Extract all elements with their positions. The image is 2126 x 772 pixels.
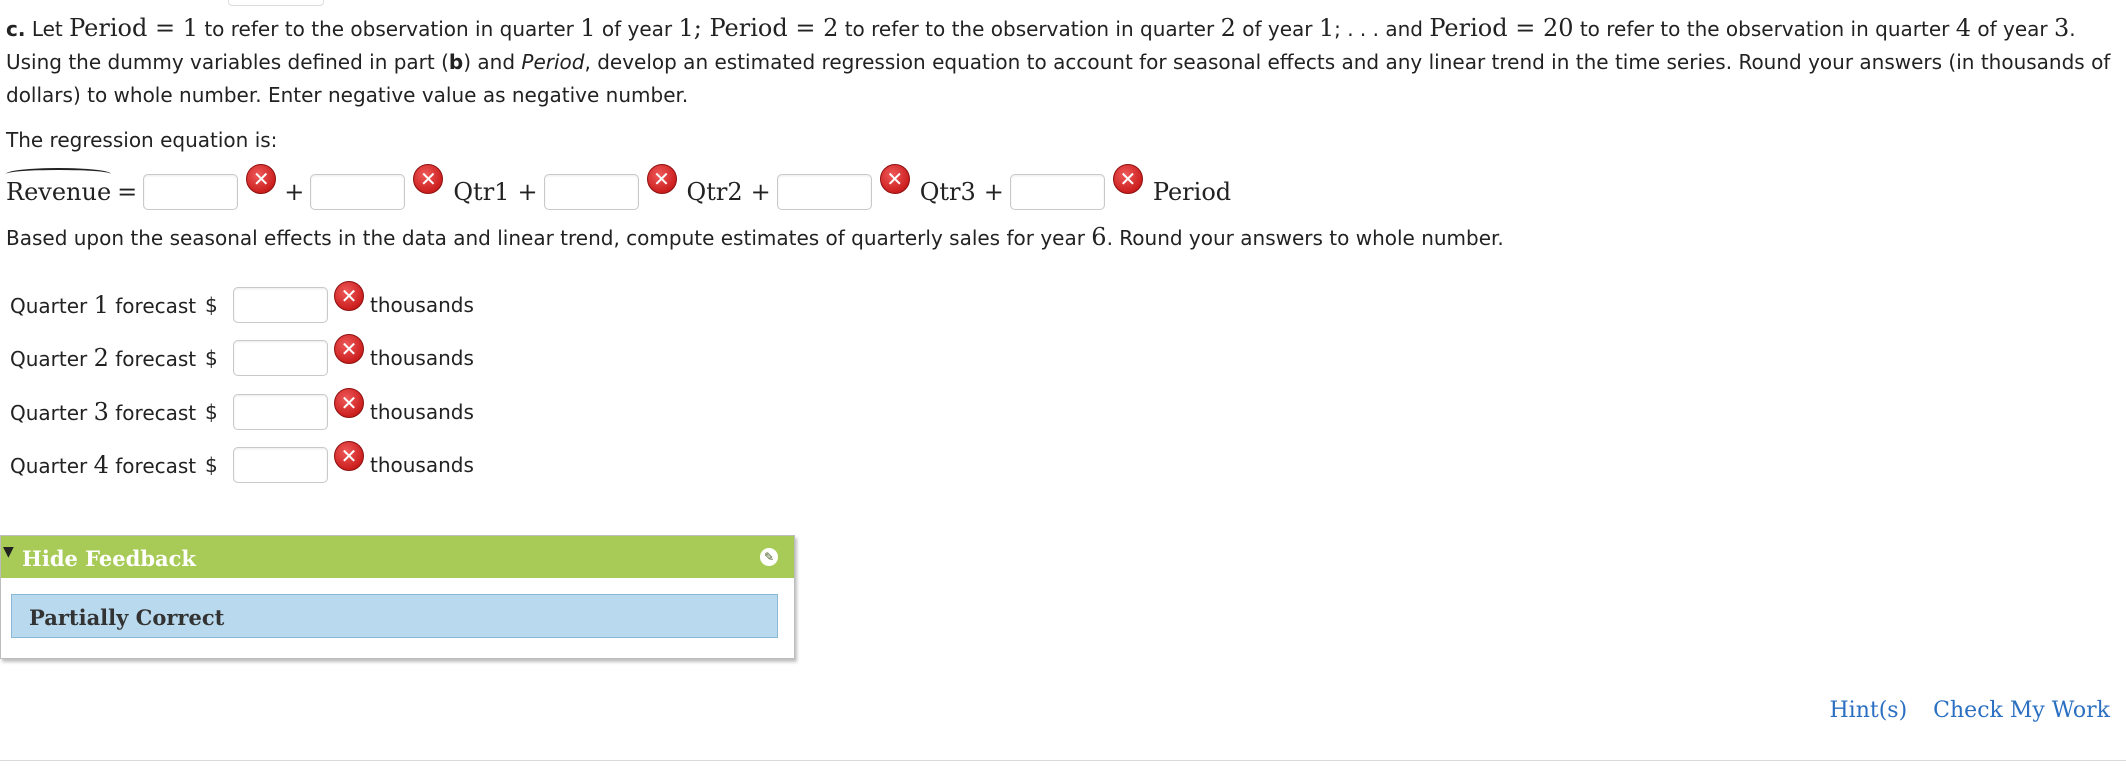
incorrect-icon: ✕ bbox=[413, 164, 444, 194]
forecast-instruction: Based upon the seasonal effects in the d… bbox=[6, 223, 1504, 251]
hints-link[interactable]: Hint(s) bbox=[1829, 698, 1907, 723]
currency-symbol: $ bbox=[205, 400, 218, 424]
incorrect-icon: ✕ bbox=[1112, 164, 1143, 194]
incorrect-icon: ✕ bbox=[246, 164, 277, 194]
quarter-3-forecast-input[interactable] bbox=[233, 394, 328, 430]
revenue-hat-label: Revenue bbox=[6, 168, 112, 206]
qtr3-term: Qtr3 bbox=[919, 178, 976, 206]
plus-sign: + bbox=[750, 178, 771, 206]
qtr2-term: Qtr2 bbox=[686, 178, 743, 206]
feedback-status-box: Partially Correct bbox=[11, 594, 778, 638]
collapse-triangle-icon: ▼ bbox=[3, 544, 14, 560]
currency-symbol: $ bbox=[205, 346, 218, 370]
quarter-2-forecast-row: Quarter 2 forecast $ ✕ thousands bbox=[10, 334, 474, 380]
qtr3-coef-input[interactable] bbox=[776, 174, 872, 210]
units-label: thousands bbox=[370, 453, 474, 477]
period-coef-input[interactable] bbox=[1009, 174, 1105, 210]
hide-feedback-toggle[interactable]: ▼ Hide Feedback ✎ bbox=[1, 536, 794, 578]
quarter-4-forecast-row: Quarter 4 forecast $ ✕ thousands bbox=[10, 441, 474, 487]
forecast-label: Quarter 2 forecast bbox=[10, 344, 197, 372]
edit-pencil-icon[interactable]: ✎ bbox=[760, 548, 778, 566]
forecast-label: Quarter 3 forecast bbox=[10, 398, 197, 426]
quarter-2-forecast-input[interactable] bbox=[233, 340, 328, 376]
quarter-4-forecast-input[interactable] bbox=[233, 447, 328, 483]
incorrect-icon: ✕ bbox=[334, 334, 364, 364]
feedback-panel: ▼ Hide Feedback ✎ Partially Correct bbox=[0, 535, 795, 659]
currency-symbol: $ bbox=[205, 293, 218, 317]
incorrect-icon: ✕ bbox=[879, 164, 910, 194]
previous-input-stub bbox=[228, 0, 324, 6]
check-my-work-link[interactable]: Check My Work bbox=[1933, 698, 2110, 723]
forecast-label: Quarter 1 forecast bbox=[10, 291, 197, 319]
regression-equation: Revenue = ✕ + ✕ Qtr1 + ✕ Qtr2 + ✕ Qtr3 +… bbox=[6, 164, 1232, 216]
incorrect-icon: ✕ bbox=[334, 388, 364, 418]
qtr1-term: Qtr1 bbox=[453, 178, 510, 206]
question-page: c. Let Period = 1 to refer to the observ… bbox=[0, 0, 2126, 772]
period-term: Period bbox=[1152, 178, 1232, 206]
units-label: thousands bbox=[370, 293, 474, 317]
currency-symbol: $ bbox=[205, 453, 218, 477]
units-label: thousands bbox=[370, 346, 474, 370]
plus-sign: + bbox=[517, 178, 538, 206]
quarter-3-forecast-row: Quarter 3 forecast $ ✕ thousands bbox=[10, 388, 474, 434]
incorrect-icon: ✕ bbox=[646, 164, 677, 194]
intercept-input[interactable] bbox=[143, 174, 239, 210]
incorrect-icon: ✕ bbox=[334, 441, 364, 471]
qtr2-coef-input[interactable] bbox=[543, 174, 639, 210]
plus-sign: + bbox=[983, 178, 1004, 206]
qtr1-coef-input[interactable] bbox=[310, 174, 406, 210]
forecast-label: Quarter 4 forecast bbox=[10, 451, 197, 479]
units-label: thousands bbox=[370, 400, 474, 424]
quarter-1-forecast-input[interactable] bbox=[233, 287, 328, 323]
question-text: c. Let Period = 1 to refer to the observ… bbox=[6, 14, 2111, 107]
quarter-1-forecast-row: Quarter 1 forecast $ ✕ thousands bbox=[10, 281, 474, 327]
divider bbox=[0, 760, 2126, 761]
feedback-status: Partially Correct bbox=[29, 605, 225, 630]
equals-sign: = bbox=[117, 178, 138, 206]
regression-prompt: The regression equation is: bbox=[6, 128, 278, 152]
action-links: Hint(s) Check My Work bbox=[1829, 698, 2110, 723]
plus-sign: + bbox=[284, 178, 305, 206]
incorrect-icon: ✕ bbox=[334, 281, 364, 311]
part-label: c. bbox=[6, 17, 26, 41]
feedback-title: Hide Feedback bbox=[22, 546, 196, 571]
